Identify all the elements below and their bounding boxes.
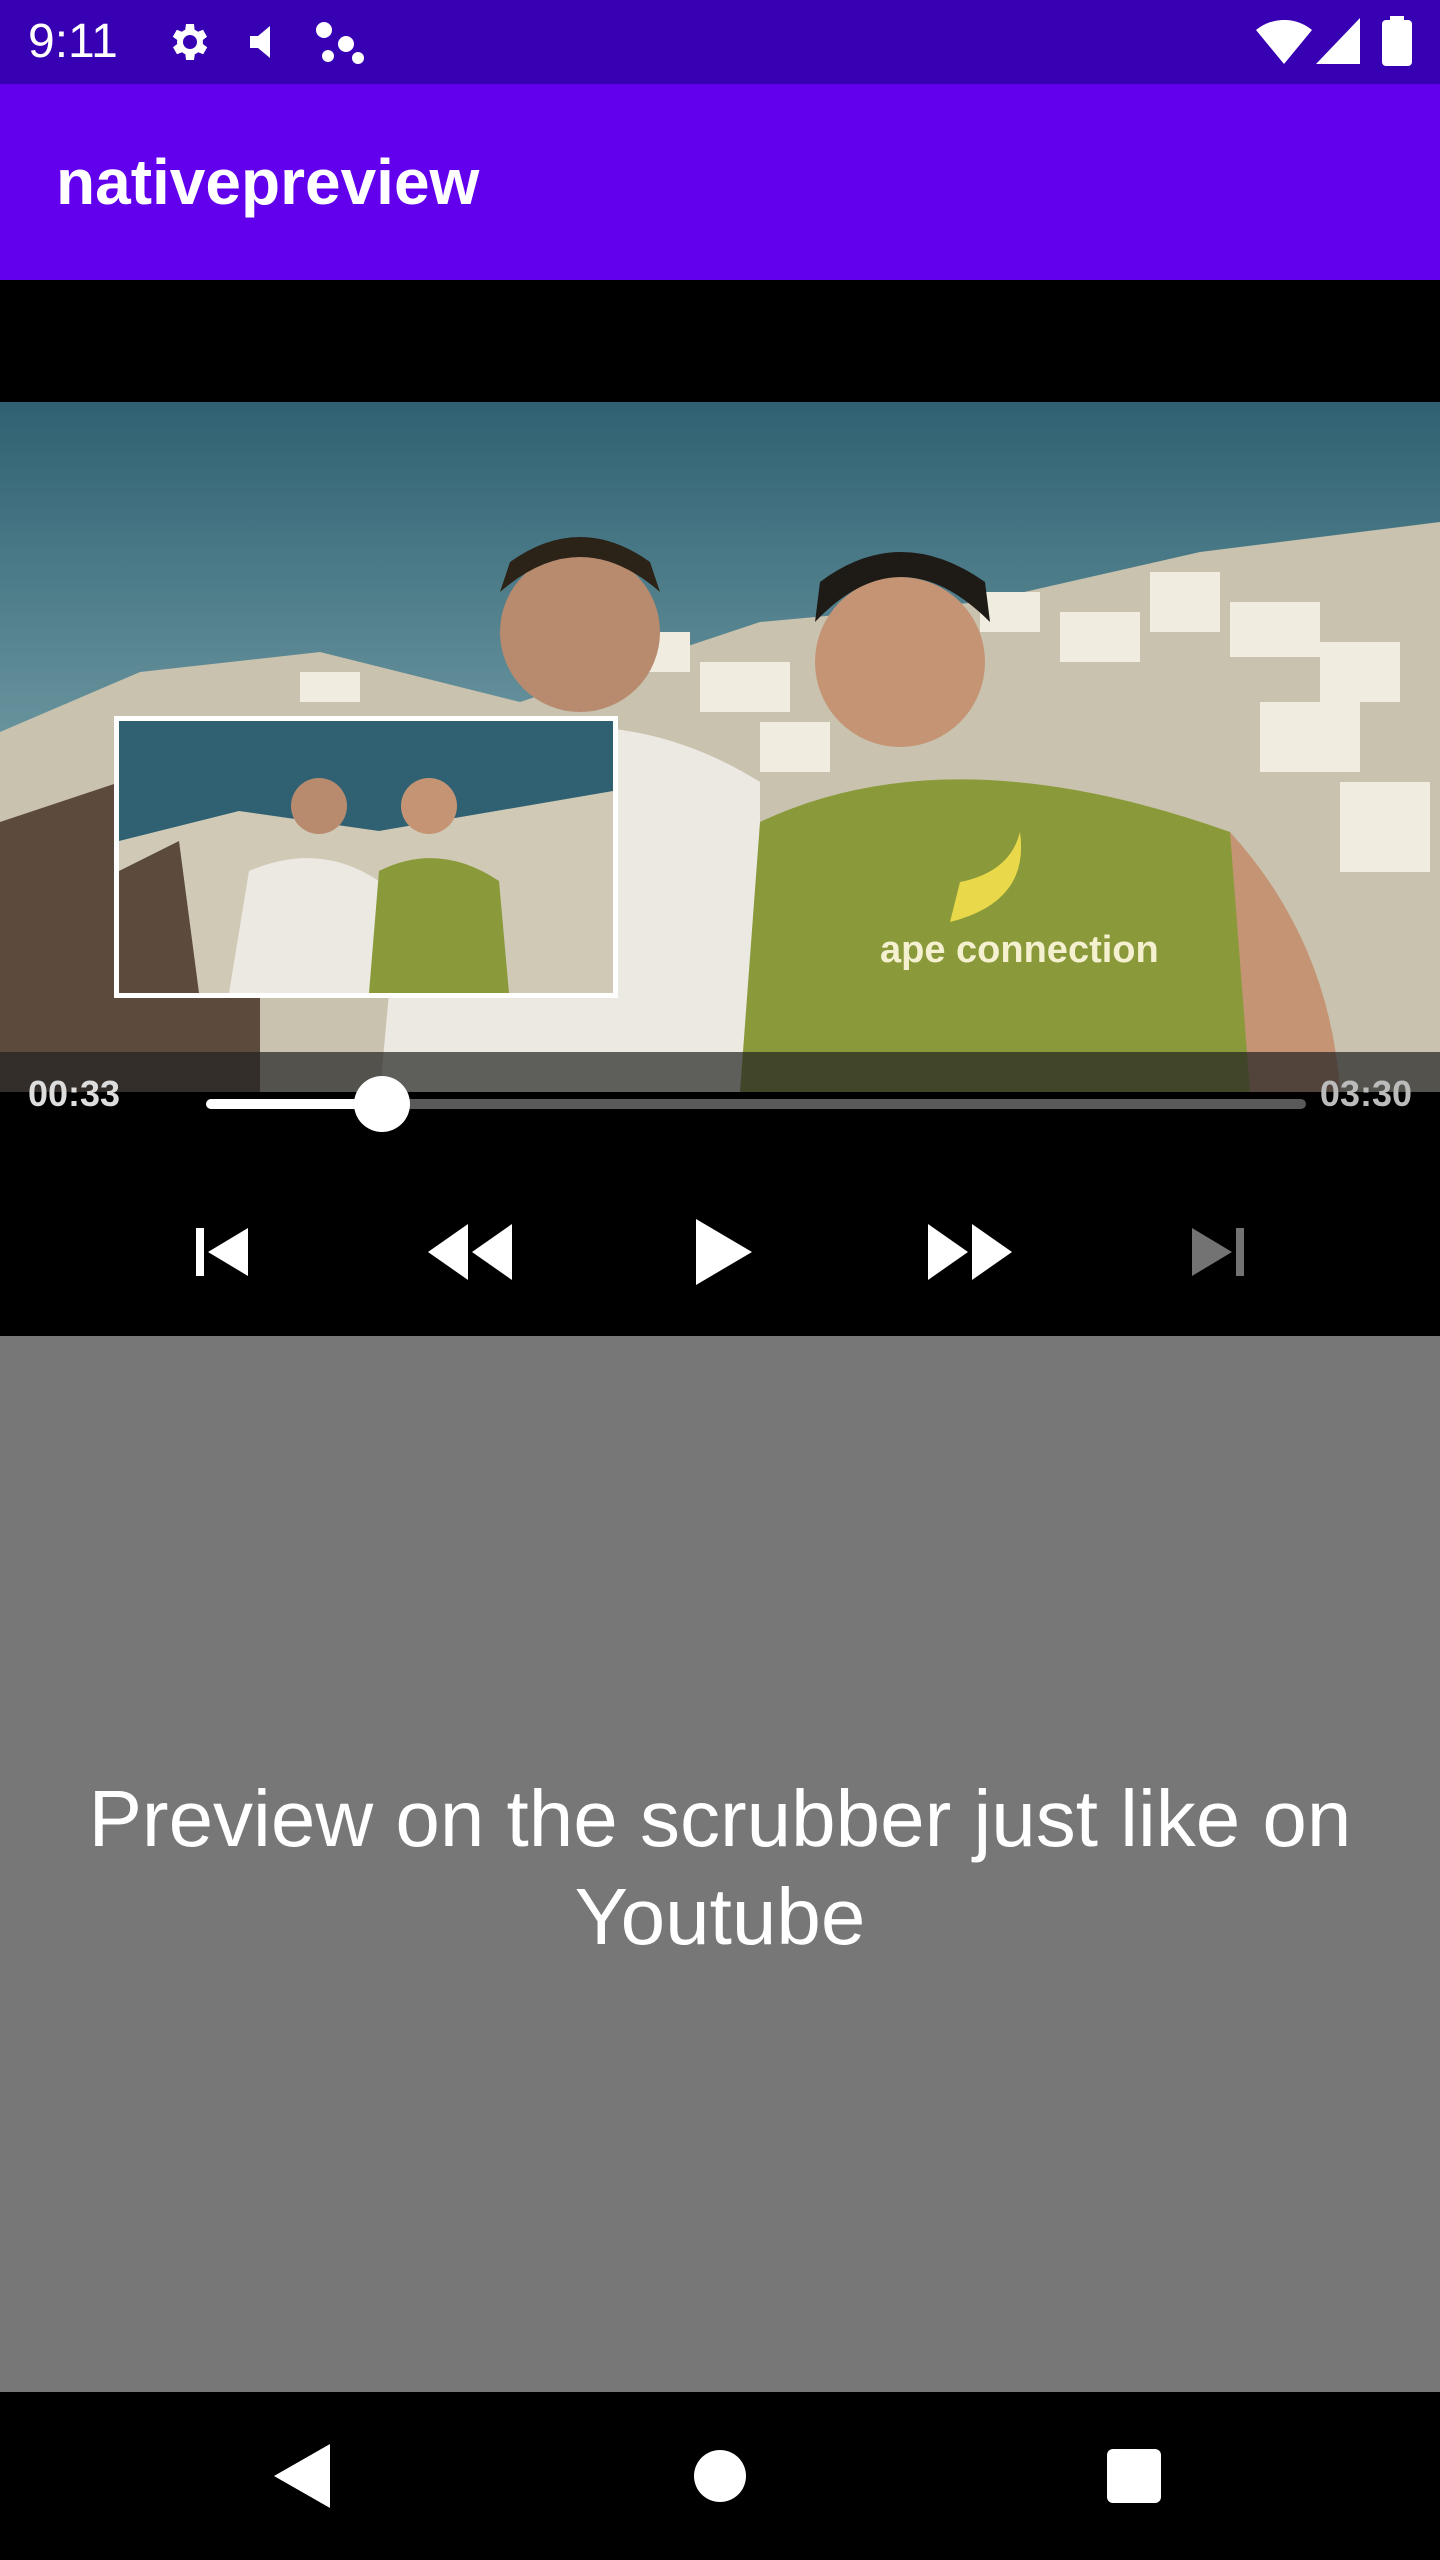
dots-icon	[314, 20, 364, 71]
rewind-icon[interactable]	[410, 1202, 530, 1302]
volume-icon	[246, 22, 282, 67]
signal-icon	[1316, 18, 1360, 69]
scrubber-thumb[interactable]	[354, 1076, 410, 1132]
status-bar: 9:11	[0, 0, 1440, 84]
play-icon[interactable]	[664, 1202, 784, 1302]
gear-icon	[164, 18, 212, 71]
wifi-icon	[1256, 19, 1312, 69]
home-icon[interactable]	[680, 2436, 760, 2516]
navigation-bar	[0, 2392, 1440, 2560]
position-time: 00:33	[28, 1073, 121, 1114]
app-title: nativepreview	[56, 146, 480, 218]
fast-forward-icon[interactable]	[910, 1202, 1030, 1302]
recents-icon[interactable]	[1094, 2436, 1174, 2516]
scrub-preview-thumbnail	[114, 716, 618, 998]
content-area: Preview on the scrubber just like on You…	[0, 1336, 1440, 2392]
duration-time: 03:30	[1319, 1073, 1412, 1114]
video-player[interactable]: ape connection 00:33 03:30	[0, 280, 1440, 1336]
previous-icon[interactable]	[162, 1202, 282, 1302]
caption-text: Preview on the scrubber just like on You…	[88, 1774, 1352, 1961]
back-icon[interactable]	[262, 2436, 342, 2516]
next-icon[interactable]	[1158, 1202, 1278, 1302]
scrubber-track[interactable]	[206, 1076, 1306, 1132]
svg-text:ape connection: ape connection	[880, 929, 1159, 971]
status-time: 9:11	[28, 15, 118, 68]
app-bar: nativepreview	[0, 84, 1440, 280]
battery-icon	[1382, 16, 1412, 71]
